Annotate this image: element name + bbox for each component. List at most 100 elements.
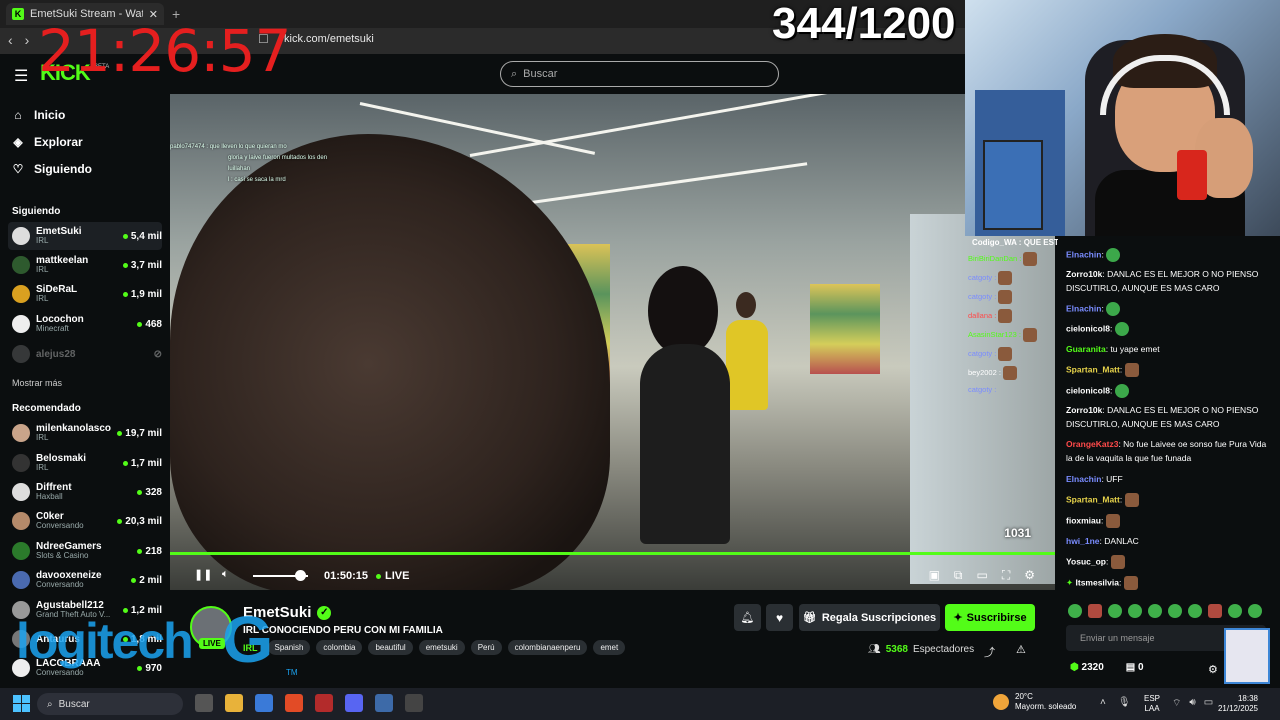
task-view-icon[interactable] [195,694,213,712]
chat-user[interactable]: Guaranita [1066,344,1106,354]
emote-icon[interactable] [1228,604,1242,618]
emote-icon[interactable] [1188,604,1202,618]
settings-app-icon[interactable] [375,694,393,712]
chat-user[interactable]: Elnachin [1066,249,1101,259]
chat-user[interactable]: fioxmiau [1066,515,1101,525]
url-field[interactable]: kick.com/emetsuki [284,33,374,45]
show-more-link[interactable]: Mostrar más [12,378,62,388]
share-icon[interactable]: ⤴ [984,644,995,660]
volume-knob[interactable] [294,570,306,581]
search-input[interactable]: ⌕ Buscar [500,61,779,87]
back-arrow-icon[interactable]: ‹ [8,32,13,48]
menu-icon[interactable]: ☰ [14,66,28,86]
taskbar-search[interactable]: ⌕ Buscar [37,693,183,715]
brave-browser-icon[interactable] [285,694,303,712]
chat-user[interactable]: Zorro10k [1066,405,1102,415]
video-player[interactable]: pablo747474 : que lleven lo que quieran … [170,94,1055,590]
chat-user[interactable]: Spartan_Matt [1066,494,1120,504]
tag[interactable]: emetsuki [418,640,465,655]
channel-recommended[interactable]: Belosmaki IRL 1,7 mil [8,449,162,477]
chat-user[interactable]: OrangeKatz3 [1066,439,1118,449]
file-explorer-icon[interactable] [225,694,243,712]
system-tray: ˄ 🎙︎ [1100,697,1131,708]
pause-icon[interactable]: ❚❚ [194,568,212,581]
taskbar-clock[interactable]: 18:38 21/12/2025 [1210,694,1258,713]
report-icon[interactable]: ⚠ [1016,643,1026,656]
person-yellow [726,320,768,410]
points-display[interactable]: ⬢ 2320 [1070,662,1104,673]
chat-user[interactable]: Spartan_Matt [1066,364,1120,374]
store-app-icon[interactable] [255,694,273,712]
chat-message: Guaranita: tu yape emet [1066,344,1160,354]
channel-recommended[interactable]: NdreeGamers Slots & Casino 218 [8,537,162,565]
chat-user[interactable]: hwi_1ne [1066,536,1100,546]
network-icon[interactable]: ⌔ [1172,697,1181,710]
stream-time: 01:50:15 [324,570,369,582]
emote-icon[interactable] [1128,604,1142,618]
app-icon[interactable] [405,694,423,712]
subscribe-button[interactable]: ✦ Suscribirse [945,604,1035,631]
chat-message: Yosuc_op: [1066,555,1272,569]
channel-sideral[interactable]: SiDeRaL IRL 1,9 mil [8,280,162,308]
channel-mattkeelan[interactable]: mattkeelan IRL 3,7 mil [8,251,162,279]
app-icon[interactable] [315,694,333,712]
chat-user[interactable]: Elnachin [1066,474,1101,484]
emote-icon[interactable] [1208,604,1222,618]
microphone-icon[interactable]: 🎙︎ [1118,697,1131,708]
chat-user[interactable]: Yosuc_op [1066,556,1106,566]
nav-inicio[interactable]: ⌂ Inicio [12,108,65,122]
channel-recommended[interactable]: davooxeneize Conversando 2 mil [8,566,162,594]
verified-icon: ✓ [317,605,332,620]
sidebar: ⌂ Inicio ◈ Explorar ♡ Siguiendo Siguiend… [0,94,168,688]
speaker-icon[interactable]: 🔊︎ [1189,697,1195,710]
emote-icon[interactable] [1168,604,1182,618]
nav-siguiendo[interactable]: ♡ Siguiendo [12,162,92,176]
pip-icon[interactable]: ▣ [929,568,940,583]
weather-widget[interactable]: 20°C Mayorm. soleado [993,692,1076,713]
chat-user[interactable]: Itsmesilvia [1076,577,1119,587]
emote-icon[interactable] [1088,604,1102,618]
sparkle-icon: ✦ [1066,577,1074,588]
emote-icon[interactable] [1248,604,1262,618]
live-dot [122,460,128,466]
emote-icon[interactable] [1068,604,1082,618]
forward-arrow-icon[interactable]: › [25,32,30,48]
channel-name: Belosmaki [36,453,87,465]
language-indicator[interactable]: ESP LAA [1144,694,1160,713]
emote-icon [998,309,1013,323]
gift-icon: 🎁︎ [802,612,817,624]
tag[interactable]: Spanish [267,640,311,655]
channel-recommended[interactable]: Diffrent Haxball 328 [8,478,162,506]
tag[interactable]: emet [593,640,626,655]
channel-recommended[interactable]: milenkanolasco IRL 19,7 mil [8,419,162,447]
chat-settings-icon[interactable]: ⚙ [1208,663,1218,676]
clip-icon[interactable]: ⧉ [954,568,963,583]
emote-icon[interactable] [1148,604,1162,618]
volume-icon[interactable]: 🔈︎ [222,568,229,581]
channel-alejus28[interactable]: alejus28 ⊘ [8,340,162,368]
chevron-up-icon[interactable]: ˄ [1100,697,1106,708]
nav-explorar[interactable]: ◈ Explorar [12,135,82,149]
tag[interactable]: colombia [316,640,363,655]
discord-icon[interactable] [345,694,363,712]
channel-locochon[interactable]: Locochon Minecraft 468 [8,310,162,338]
channel-emetsuki[interactable]: EmetSuki IRL 5,4 mil [8,222,162,250]
follow-button[interactable]: ♥ [766,604,793,631]
tag[interactable]: beautiful [368,640,413,655]
lang-code: ESP [1144,694,1161,703]
windows-start-icon[interactable] [13,695,30,712]
chat-user[interactable]: Zorro10k [1066,269,1102,279]
channel-recommended[interactable]: C0ker Conversando 20,3 mil [8,507,162,535]
chat-user[interactable]: cielonicol8 [1066,323,1110,333]
chat-user[interactable]: Elnachin [1066,303,1101,313]
store-display[interactable]: ▤ 0 [1126,662,1144,673]
notification-bell-button[interactable]: 🔔︎ [734,604,761,631]
tag[interactable]: colombianaenperu [507,640,588,655]
windows-taskbar [0,688,1280,720]
clock-date: 21/12/2025 [1217,703,1258,713]
gift-subs-button[interactable]: 🎁︎ Regala Suscripciones [799,604,940,631]
chat-user[interactable]: cielonicol8 [1066,385,1110,395]
progress-bar[interactable] [170,552,1055,555]
tag[interactable]: Perú [470,640,502,655]
emote-icon[interactable] [1108,604,1122,618]
